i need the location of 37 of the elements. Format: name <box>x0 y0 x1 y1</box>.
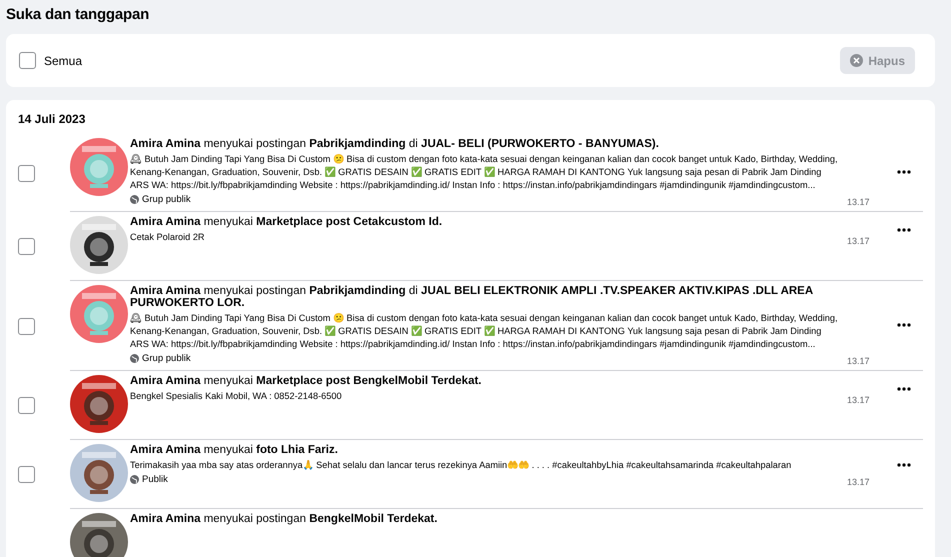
time-label: 13.17 <box>846 236 871 246</box>
row-checkbox[interactable] <box>18 318 35 334</box>
more-icon <box>897 387 911 391</box>
audience-label: Grup publik <box>142 194 191 205</box>
date-heading: 14 Juli 2023 <box>18 112 86 126</box>
select-all-checkbox[interactable] <box>19 52 36 69</box>
row-checkbox[interactable] <box>18 466 35 483</box>
globe-icon <box>130 354 139 363</box>
time-label: 13.17 <box>846 356 871 366</box>
time-label: 13.17 <box>846 395 871 405</box>
more-icon <box>897 170 911 174</box>
more-icon <box>897 322 911 326</box>
post-excerpt: Cetak Polaroid 2R <box>130 231 206 244</box>
time-label: 13.17 <box>846 477 871 487</box>
row-checkbox[interactable] <box>18 238 35 255</box>
activity-title: Amira Amina menyukai Marketplace post Cetakcustom Id. <box>130 216 444 228</box>
post-excerpt: 🕰 Butuh Jam Dinding Tapi Yang Bisa Di Custom 😕 Bisa di custom dengan foto kata-kata sesuai dengan keinganan kalian dan cocok banget untuk Kado, Birthday, Wedding, Kenang-Kenangan, Graduation, Souvenir, Dsb. ✅ GRATIS DESAIN ✅ GRATIS EDIT ✅ HARGA RAMAH DI KANTONG Yuk langsung saja pesan di Pabrik Jam Dinding ARS WA: https://bit.ly/fbpabrikjamdinding Website : https://pabrikjamdinding.id/ Instan Info : https://instan.info/pabrikjamdindingars #jamdindingunik #jamdindingcustom... <box>130 312 839 351</box>
activity-title: Amira Amina menyukai postingan Pabrikjamdinding di JUAL BELI ELEKTRONIK AMPLI .TV.SPEAKER AKTIV.KIPAS .DLL AREA PURWOKERTO LOR. <box>130 285 814 309</box>
activity-title: Amira Amina menyukai foto Lhia Fariz. <box>130 444 339 456</box>
page-title: Suka dan tanggapan <box>6 6 150 23</box>
row-checkbox[interactable] <box>18 164 35 182</box>
globe-icon <box>130 195 139 204</box>
more-icon <box>897 228 911 232</box>
close-circle-icon <box>850 54 864 67</box>
activity-title: Amira Amina menyukai postingan BengkelMobil Terdekat. <box>130 513 438 525</box>
audience-label: Publik <box>142 474 168 485</box>
audience-label: Grup publik <box>142 353 191 364</box>
time-label: 13.17 <box>846 197 871 207</box>
more-icon <box>897 462 911 466</box>
activity-title: Amira Amina menyukai postingan Pabrikjamdinding di JUAL- BELI (PURWOKERTO - BANYUMAS). <box>130 138 660 150</box>
row-checkbox[interactable] <box>18 397 35 414</box>
post-excerpt: 🕰 Butuh Jam Dinding Tapi Yang Bisa Di Custom 😕 Bisa di custom dengan foto kata-kata sesuai dengan keinganan kalian dan cocok banget untuk Kado, Birthday, Wedding, Kenang-Kenangan, Graduation, Souvenir, Dsb. ✅ GRATIS DESAIN ✅ GRATIS EDIT ✅ HARGA RAMAH DI KANTONG Yuk langsung saja pesan di Pabrik Jam Dinding ARS WA: https://bit.ly/fbpabrikjamdinding Website : https://pabrikjamdinding.id/ Instan Info : https://instan.info/pabrikjamdindingars #jamdindingunik #jamdindingcustom... <box>130 153 839 192</box>
globe-icon <box>130 475 139 484</box>
post-excerpt: Bengkel Spesialis Kaki Mobil, WA : 0852-2148-6500 <box>130 390 343 403</box>
activity-title: Amira Amina menyukai Marketplace post BengkelMobil Terdekat. <box>130 375 482 387</box>
post-excerpt: Terimakasih yaa mba say atas orderannya🙏 Sehat selalu dan lancar terus rezekinya Aamiin🤲🤲 . . . . #cakeultahbyLhia #cakeultahsamarinda #cakeultahpalaran <box>130 459 792 472</box>
select-all-label: Semua <box>44 54 82 68</box>
